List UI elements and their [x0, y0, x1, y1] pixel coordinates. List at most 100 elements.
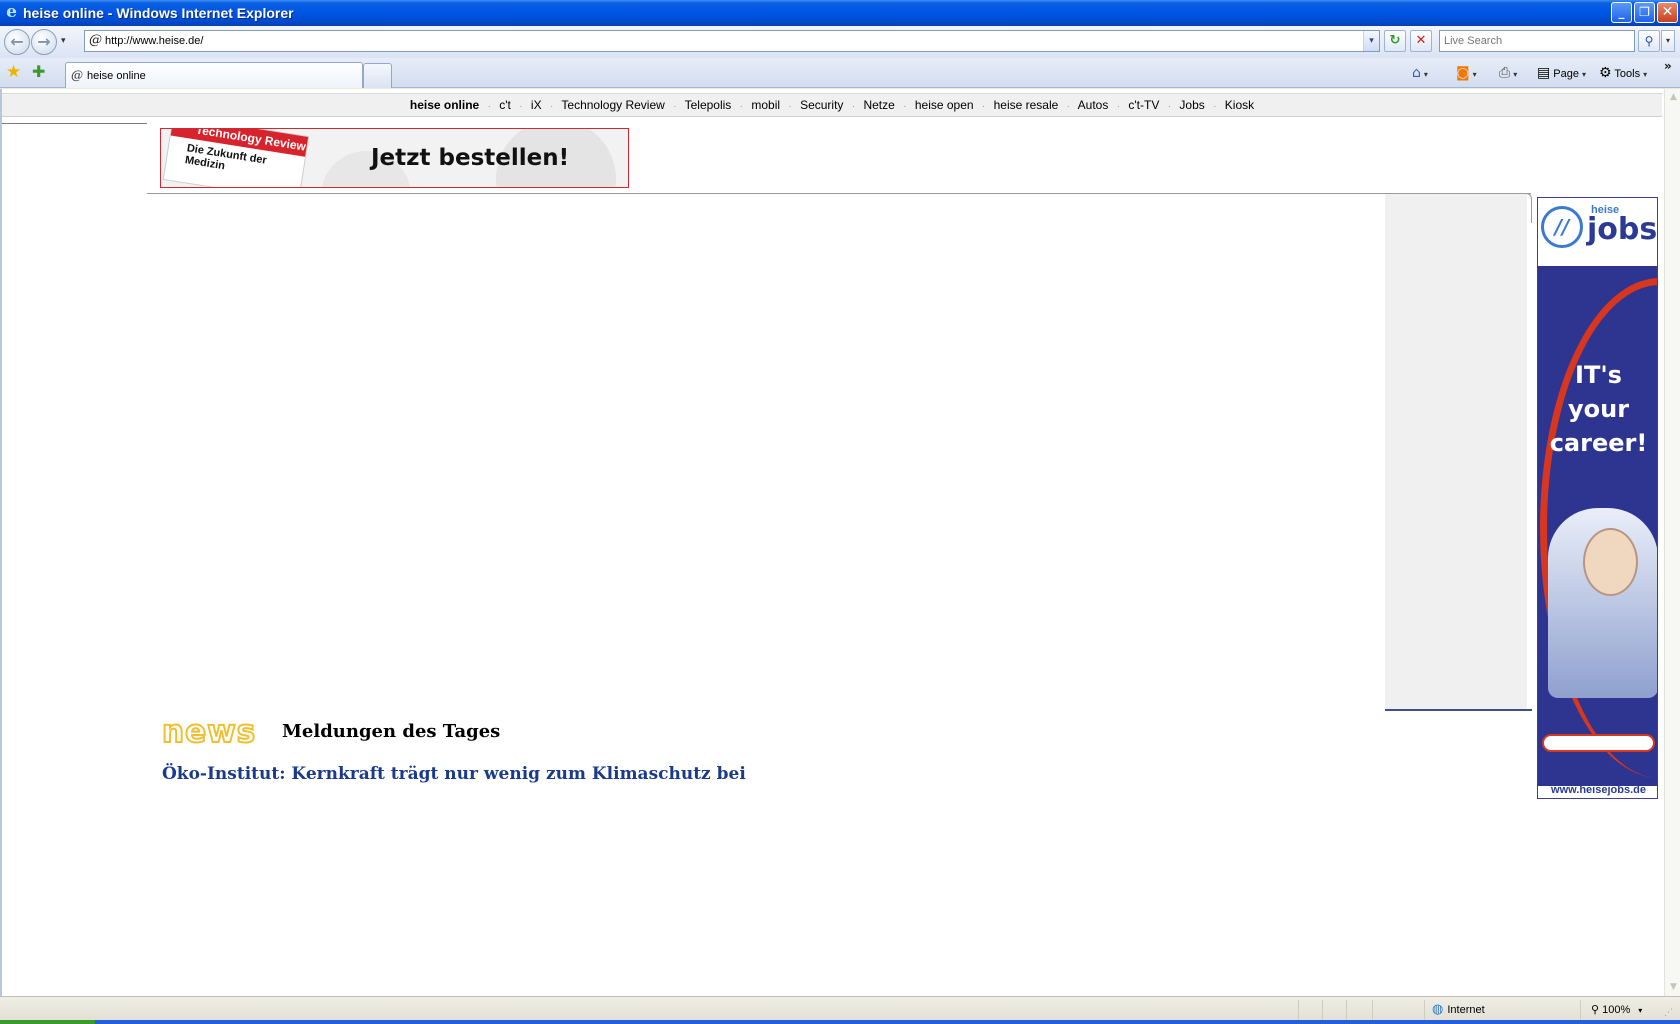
tab-heise-online[interactable]: @ heise online — [65, 62, 363, 88]
vertical-scrollbar[interactable]: ▲ ▼ — [1664, 89, 1680, 996]
tools-menu-button[interactable]: ⚙ Tools ▾ — [1599, 63, 1647, 83]
home-button[interactable]: ⌂ ▾ — [1412, 63, 1428, 83]
page-icon: ▤ — [1537, 65, 1551, 81]
scroll-up-arrow-icon[interactable]: ▲ — [1665, 89, 1680, 106]
site-nav-separator: · — [1066, 101, 1070, 112]
site-nav-separator: · — [981, 101, 986, 112]
content-top-divider — [147, 193, 1531, 194]
site-nav-technology-review[interactable]: Technology Review — [561, 98, 664, 112]
minimize-button[interactable]: _ — [1611, 2, 1632, 23]
zoom-dropdown-icon: ▾ — [1638, 1006, 1643, 1015]
forward-button[interactable]: → — [31, 29, 57, 55]
address-bar[interactable]: @ http://www.heise.de/ ▾ — [84, 30, 1380, 52]
site-nav-netze[interactable]: Netze — [863, 98, 894, 112]
status-pane — [1298, 1000, 1299, 1020]
rss-icon: ◙ — [1456, 65, 1470, 81]
status-pane — [1580, 1000, 1581, 1020]
taskbar-edge — [0, 1020, 1680, 1024]
site-nav-kiosk[interactable]: Kiosk — [1225, 98, 1254, 112]
tab-page-icon: @ — [71, 68, 83, 82]
site-nav-separator: · — [673, 101, 677, 112]
maximize-button[interactable]: ❐ — [1634, 2, 1655, 23]
print-dropdown-icon[interactable]: ▾ — [1513, 70, 1517, 79]
page-dropdown-icon: ▾ — [1582, 70, 1587, 79]
stop-button[interactable]: ✕ — [1410, 30, 1432, 52]
jobs-headline-line: your — [1567, 395, 1630, 423]
right-sidebar-panel — [1385, 194, 1527, 709]
search-options-dropdown-icon[interactable]: ▾ — [1661, 30, 1675, 52]
search-box[interactable] — [1439, 30, 1635, 52]
jobs-ad-search-field[interactable] — [1542, 734, 1655, 752]
security-zone-label: Internet — [1447, 1004, 1485, 1016]
zoom-control[interactable]: ⚲ 100% ▾ — [1591, 1000, 1642, 1020]
recent-pages-dropdown-icon[interactable]: ▾ — [61, 36, 66, 46]
site-nav-separator: · — [519, 101, 523, 112]
site-nav-ix[interactable]: iX — [531, 98, 542, 112]
add-favorite-icon[interactable]: ✚ — [32, 61, 45, 83]
site-nav-security[interactable]: Security — [800, 98, 843, 112]
window-title: heise online - Windows Internet Explorer — [23, 5, 294, 21]
site-nav-mobil[interactable]: mobil — [751, 98, 780, 112]
page-menu-label: Page — [1553, 68, 1579, 80]
more-commands-chevron-icon[interactable]: » — [1664, 58, 1672, 74]
browser-window: e heise online - Windows Internet Explor… — [0, 0, 1680, 1024]
site-nav-separator: · — [851, 101, 856, 112]
jobs-ad-person-image — [1548, 508, 1657, 698]
search-icon[interactable]: ⚲ — [1638, 30, 1660, 52]
start-button-edge — [0, 1020, 95, 1024]
search-input[interactable] — [1440, 31, 1634, 51]
page-content: heise online · c't · iX · Technology Rev… — [0, 89, 1680, 996]
banner-cta-text: Jetzt bestellen! — [371, 145, 570, 171]
site-nav-heise-open[interactable]: heise open — [915, 98, 974, 112]
address-input[interactable]: http://www.heise.de/ — [105, 34, 203, 49]
site-nav-ct-tv[interactable]: c't-TV — [1128, 98, 1159, 112]
site-nav-ct[interactable]: c't — [499, 98, 511, 112]
heise-jobs-skyscraper-ad[interactable]: // heise jobs IT's your career! www.heis… — [1537, 197, 1658, 799]
site-nav-autos[interactable]: Autos — [1078, 98, 1109, 112]
zoom-icon: ⚲ — [1591, 1004, 1600, 1016]
feeds-button[interactable]: ◙ ▾ — [1456, 63, 1477, 83]
site-nav-separator: · — [1116, 101, 1121, 112]
security-zone-indicator[interactable]: ◍ Internet — [1432, 1000, 1485, 1020]
site-nav-bar: heise online · c't · iX · Technology Rev… — [2, 93, 1662, 117]
favorites-star-icon[interactable]: ★ — [6, 61, 21, 83]
feeds-dropdown-icon[interactable]: ▾ — [1473, 70, 1477, 79]
left-divider — [2, 123, 147, 124]
site-nav-separator: · — [1167, 101, 1172, 112]
site-nav-separator: · — [1213, 101, 1217, 112]
status-pane — [1424, 1000, 1425, 1020]
tab-bar: ★ ✚ @ heise online ⌂ ▾ ◙ ▾ ⎙ ▾ ▤ Page ▾ ⚙ To… — [0, 58, 1680, 88]
tools-dropdown-icon: ▾ — [1643, 70, 1648, 79]
jobs-headline-line: IT's — [1575, 361, 1622, 389]
new-tab-button[interactable] — [363, 63, 392, 88]
jobs-headline-line: career! — [1549, 429, 1648, 457]
refresh-button[interactable]: ↻ — [1384, 30, 1406, 52]
jobs-ad-url: www.heisejobs.de — [1551, 784, 1646, 796]
site-nav-heise-resale[interactable]: heise resale — [994, 98, 1059, 112]
tab-label: heise online — [87, 70, 146, 82]
back-button[interactable]: ← — [4, 29, 30, 55]
heise-jobs-logo-icon: // — [1541, 206, 1583, 248]
site-nav-separator: · — [903, 101, 907, 112]
status-pane — [1346, 1000, 1347, 1020]
resize-grip-icon[interactable]: ⋰ — [1664, 1007, 1673, 1019]
page-menu-button[interactable]: ▤ Page ▾ — [1537, 63, 1586, 83]
news-headline-link[interactable]: Öko-Institut: Kernkraft trägt nur wenig … — [162, 761, 746, 787]
site-nav-jobs[interactable]: Jobs — [1179, 98, 1204, 112]
print-button[interactable]: ⎙ ▾ — [1499, 63, 1517, 83]
close-button[interactable]: ✕ — [1657, 2, 1678, 23]
home-icon: ⌂ — [1412, 65, 1421, 81]
person-face — [1583, 528, 1638, 596]
zoom-level: 100% — [1602, 1004, 1631, 1016]
address-dropdown-icon[interactable]: ▾ — [1363, 31, 1379, 51]
address-toolbar: ← → ▾ @ http://www.heise.de/ ▾ ↻ ✕ ⚲ ▾ — [0, 26, 1680, 58]
site-nav-telepolis[interactable]: Telepolis — [685, 98, 732, 112]
site-nav-heise-online[interactable]: heise online — [410, 98, 479, 112]
gear-icon: ⚙ — [1599, 65, 1612, 81]
jobs-logo-jobs-text: jobs — [1587, 212, 1658, 247]
scroll-down-arrow-icon[interactable]: ▼ — [1665, 979, 1680, 996]
tools-menu-label: Tools — [1614, 68, 1641, 80]
technology-review-banner-ad[interactable]: Technology Review Die Zukunft der Medizi… — [160, 128, 629, 188]
ie-logo-icon: e — [6, 2, 17, 22]
home-dropdown-icon[interactable]: ▾ — [1424, 70, 1428, 79]
